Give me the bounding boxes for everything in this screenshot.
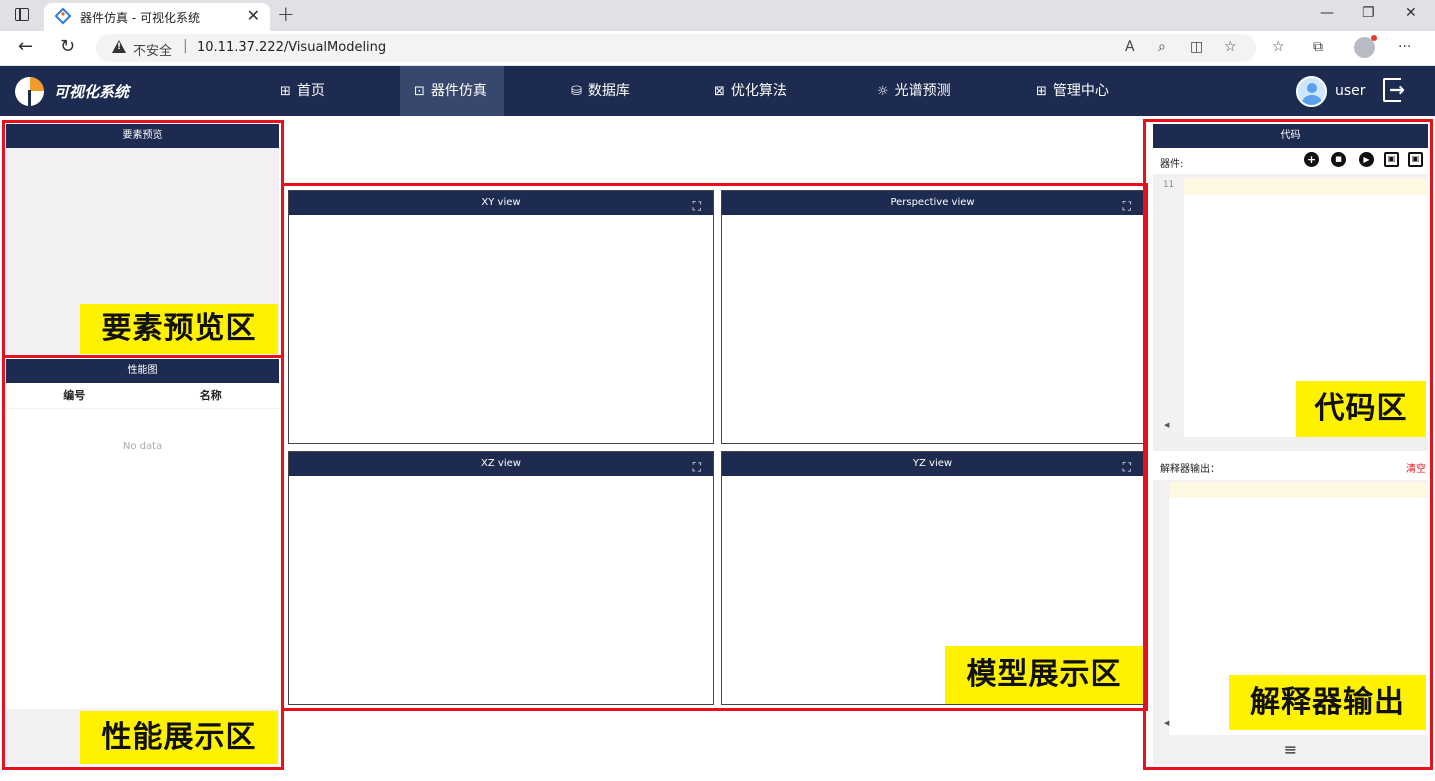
- annotation-box-performance: [2, 355, 284, 770]
- nav-label: 首页: [296, 83, 325, 99]
- more-menu-icon[interactable]: ···: [1398, 39, 1411, 55]
- address-bar[interactable]: 不安全 | 10.11.37.222/VisualModeling A ⌕ ◫ …: [96, 34, 1256, 62]
- grid-icon: ⊞: [1036, 84, 1047, 99]
- user-avatar[interactable]: [1296, 76, 1327, 107]
- app-brand: 可视化系统: [54, 83, 130, 101]
- annotation-box-model: [281, 183, 1148, 711]
- add-favorite-icon[interactable]: ☆: [1224, 39, 1237, 55]
- profile-avatar[interactable]: [1354, 35, 1377, 58]
- browser-tab-strip: 器件仿真 - 可视化系统 ✕ + — ❐ ✕: [0, 0, 1435, 31]
- tab-close-icon[interactable]: ✕: [247, 6, 260, 25]
- nav-item-admin-center[interactable]: ⊞ 管理中心: [1022, 66, 1123, 116]
- nav-label: 优化算法: [730, 83, 787, 99]
- annotation-label-preview: 要素预览区: [80, 304, 278, 354]
- nav-item-home[interactable]: ⊞ 首页: [266, 66, 339, 116]
- annotation-label-performance: 性能展示区: [80, 711, 278, 764]
- url-separator: |: [183, 38, 188, 54]
- tab-actions-icon[interactable]: [15, 8, 29, 21]
- app-logo-icon: [15, 77, 44, 106]
- algorithm-icon: ⊠: [714, 84, 725, 99]
- window-close-button[interactable]: ✕: [1405, 5, 1417, 21]
- nav-item-database[interactable]: ⛁ 数据库: [557, 66, 644, 116]
- tab-title: 器件仿真 - 可视化系统: [80, 11, 200, 25]
- nav-label: 器件仿真: [430, 83, 487, 99]
- site-favicon-icon: [54, 7, 72, 25]
- security-label[interactable]: 不安全: [133, 40, 172, 59]
- zoom-icon[interactable]: ⌕: [1158, 39, 1166, 55]
- annotation-label-output: 解释器输出: [1229, 675, 1426, 730]
- back-button[interactable]: ←: [18, 36, 33, 57]
- sun-icon: ☼: [877, 84, 889, 99]
- browser-tab[interactable]: 器件仿真 - 可视化系统 ✕: [44, 3, 270, 31]
- username[interactable]: user: [1335, 83, 1366, 99]
- annotation-box-code: [1143, 119, 1433, 770]
- annotation-label-code: 代码区: [1296, 381, 1426, 437]
- new-tab-button[interactable]: +: [277, 2, 295, 26]
- restore-button[interactable]: ❐: [1362, 5, 1375, 21]
- minimize-button[interactable]: —: [1320, 5, 1334, 21]
- nav-label: 管理中心: [1052, 83, 1109, 99]
- url-text[interactable]: 10.11.37.222/VisualModeling: [197, 40, 386, 55]
- logout-icon[interactable]: [1383, 78, 1405, 102]
- annotation-label-model: 模型展示区: [945, 646, 1143, 704]
- warning-icon[interactable]: [112, 40, 126, 53]
- favorites-icon[interactable]: ☆: [1272, 39, 1285, 55]
- split-screen-icon[interactable]: ◫: [1190, 39, 1203, 55]
- nav-label: 光谱预测: [894, 83, 951, 99]
- nav-item-device-simulation[interactable]: ⊡ 器件仿真: [400, 66, 504, 116]
- address-toolbar: ← ↻ 不安全 | 10.11.37.222/VisualModeling A …: [0, 31, 1435, 66]
- app-navbar: 可视化系统 ⊞ 首页 ⊡ 器件仿真 ⛁ 数据库 ⊠ 优化算法 ☼ 光谱预测 ⊞ 管理中心 u…: [0, 66, 1435, 116]
- chart-icon: ⊡: [414, 84, 425, 99]
- grid-icon: ⊞: [280, 84, 291, 99]
- database-icon: ⛁: [571, 84, 582, 99]
- reload-button[interactable]: ↻: [60, 36, 75, 57]
- nav-item-spectrum-prediction[interactable]: ☼ 光谱预测: [863, 66, 965, 116]
- nav-item-optimization[interactable]: ⊠ 优化算法: [700, 66, 801, 116]
- read-aloud-icon[interactable]: A: [1125, 39, 1135, 55]
- nav-label: 数据库: [587, 83, 630, 99]
- collections-icon[interactable]: ⧉: [1313, 39, 1323, 55]
